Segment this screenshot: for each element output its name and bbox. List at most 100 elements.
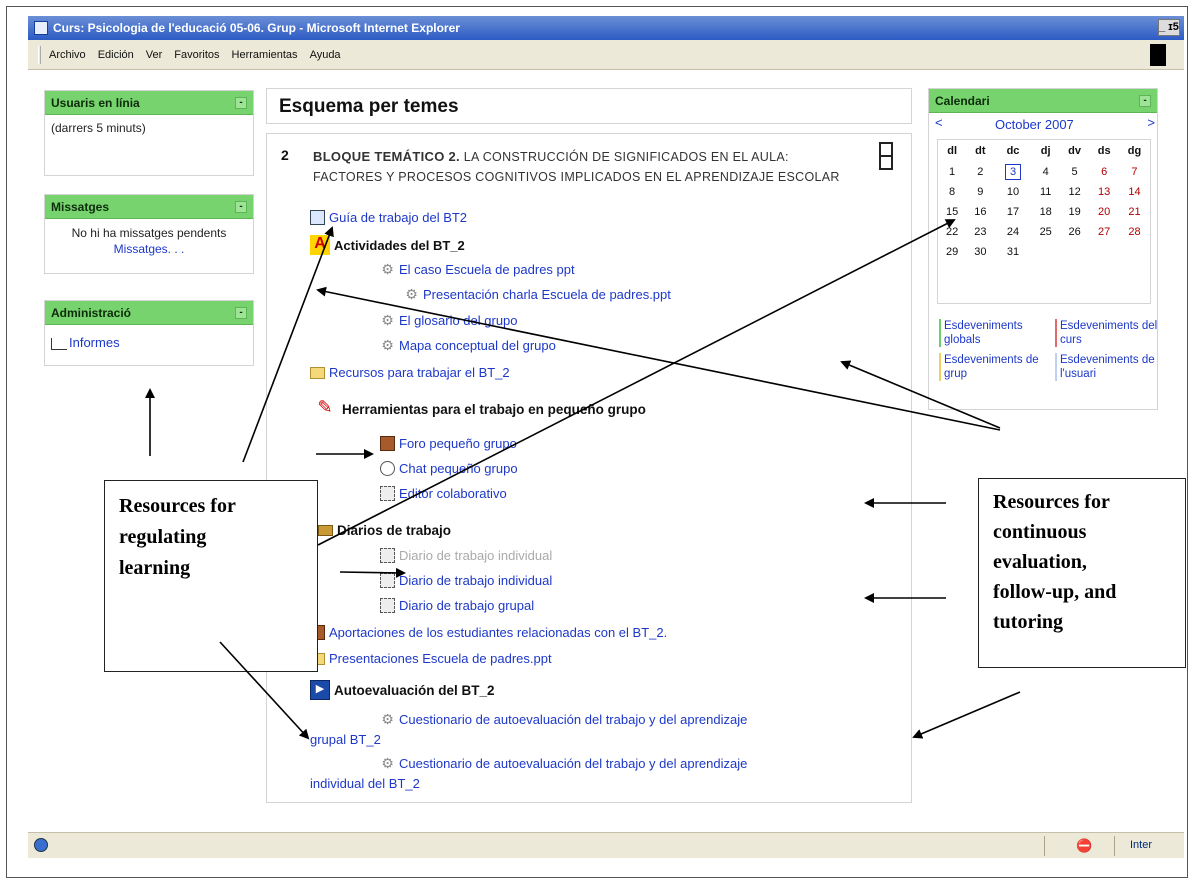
- calendar-day[interactable]: 18: [1032, 202, 1060, 222]
- calendar-day[interactable]: 27: [1089, 222, 1119, 242]
- menu-ayuda[interactable]: Ayuda: [310, 49, 341, 61]
- wiki-editor-link[interactable]: Editor colaborativo: [380, 486, 507, 501]
- annotation-line: Resources for: [993, 491, 1110, 513]
- quiz-group-label-cont: grupal BT_2: [310, 732, 381, 747]
- resource-icon: ⚙: [381, 711, 394, 727]
- window-controls[interactable]: _ ɪ5: [1158, 19, 1180, 36]
- resource-presentacion-charla[interactable]: ⚙ Presentación charla Escuela de padres.p…: [404, 287, 671, 302]
- forum-link[interactable]: Foro pequeño grupo: [380, 436, 517, 451]
- calendar-day[interactable]: 12: [1060, 182, 1090, 202]
- weekday-label: dv: [1068, 145, 1081, 157]
- calendar-day[interactable]: 9: [966, 182, 994, 202]
- weekday-label: dj: [1040, 145, 1051, 157]
- annotation-line: evaluation,: [993, 551, 1087, 573]
- calendar-day[interactable]: 20: [1089, 202, 1119, 222]
- popup-blocker-icon[interactable]: ⛔: [1076, 838, 1092, 853]
- quiz-individual-link-cont[interactable]: individual del BT_2: [310, 776, 420, 791]
- calendar-day-today[interactable]: 3: [994, 162, 1031, 182]
- glossary-label: El glosario del grupo: [399, 313, 518, 328]
- legend-global[interactable]: Esdeveniments globals: [939, 319, 1047, 347]
- folder-recursos[interactable]: Recursos para trabajar el BT_2: [310, 365, 510, 380]
- chat-link[interactable]: Chat pequeño grupo: [380, 461, 518, 476]
- legend-group[interactable]: Esdeveniments de grup: [939, 353, 1047, 381]
- messages-text: No hi ha missatges pendents: [71, 226, 227, 240]
- calendar-day[interactable]: 24: [994, 222, 1031, 242]
- calendar-day[interactable]: 31: [994, 242, 1031, 262]
- quiz-group-link[interactable]: ⚙ Cuestionario de autoevaluación del trab…: [380, 712, 747, 727]
- calendar-prev-button[interactable]: <: [935, 115, 943, 130]
- status-divider: [1114, 836, 1115, 856]
- calendar-next-button[interactable]: >: [1147, 115, 1155, 130]
- menu-herramientas[interactable]: Herramientas: [232, 49, 298, 61]
- calendar-day[interactable]: 28: [1119, 222, 1150, 242]
- calendar-day[interactable]: 15: [938, 202, 966, 222]
- calendar-day[interactable]: 10: [994, 182, 1031, 202]
- quiz-group-link-cont[interactable]: grupal BT_2: [310, 732, 381, 747]
- label-autoevaluacion: ▶ Autoevaluación del BT_2: [310, 680, 495, 700]
- diary-individual-link[interactable]: Diario de trabajo individual: [380, 573, 552, 588]
- collapse-icon[interactable]: -: [1139, 95, 1151, 107]
- label-actividades-text: Actividades del BT_2: [334, 237, 465, 253]
- resource-icon: ⚙: [381, 312, 394, 328]
- calendar-day[interactable]: 5: [1060, 162, 1090, 182]
- annotation-line: follow-up, and: [993, 581, 1117, 603]
- folder-presentaciones[interactable]: Presentaciones Escuela de padres.ppt: [310, 651, 552, 666]
- resource-caso[interactable]: ⚙ El caso Escuela de padres ppt: [380, 261, 575, 277]
- menu-edicion[interactable]: Edición: [98, 49, 134, 61]
- calendar-nav: < October 2007 >: [935, 115, 1155, 135]
- contributions-link[interactable]: Aportaciones de los estudiantes relacion…: [310, 625, 667, 640]
- admin-title: Administració: [51, 306, 132, 320]
- legend-course[interactable]: Esdeveniments del curs: [1055, 319, 1163, 347]
- resource-caso-label: El caso Escuela de padres ppt: [399, 262, 575, 277]
- tools-icon: ✎: [317, 397, 333, 417]
- glossary-link[interactable]: ⚙ El glosario del grupo: [380, 312, 518, 328]
- calendar-day[interactable]: 6: [1089, 162, 1119, 182]
- collapse-icon[interactable]: -: [235, 97, 247, 109]
- show-only-topic-icon[interactable]: [879, 142, 893, 170]
- resource-icon: ⚙: [381, 261, 394, 277]
- calendar-day[interactable]: 11: [1032, 182, 1060, 202]
- diary-individual-hidden-label: Diario de trabajo individual: [399, 548, 553, 563]
- activity-guia[interactable]: Guía de trabajo del BT2: [310, 210, 467, 225]
- calendar-day[interactable]: 17: [994, 202, 1031, 222]
- calendar-day[interactable]: 4: [1032, 162, 1060, 182]
- calendar-day[interactable]: 21: [1119, 202, 1150, 222]
- calendar-day[interactable]: 7: [1119, 162, 1150, 182]
- calendar-day[interactable]: 8: [938, 182, 966, 202]
- concept-map-link[interactable]: ⚙ Mapa conceptual del grupo: [380, 338, 556, 353]
- calendar-day[interactable]: 25: [1032, 222, 1060, 242]
- weekday-label: dg: [1127, 145, 1142, 157]
- informes-link[interactable]: Informes: [69, 335, 120, 350]
- calendar-day[interactable]: 14: [1119, 182, 1150, 202]
- menu-ver[interactable]: Ver: [146, 49, 163, 61]
- calendar-day[interactable]: 19: [1060, 202, 1090, 222]
- calendar-day[interactable]: 29: [938, 242, 966, 262]
- concept-map-label: Mapa conceptual del grupo: [399, 338, 556, 353]
- envelope-icon: [318, 525, 333, 536]
- collapse-icon[interactable]: -: [235, 307, 247, 319]
- calendar-day[interactable]: 30: [966, 242, 994, 262]
- collapse-icon[interactable]: -: [235, 201, 247, 213]
- calendar-day[interactable]: 16: [966, 202, 994, 222]
- calendar-day[interactable]: 13: [1089, 182, 1119, 202]
- diary-group-link[interactable]: Diario de trabajo grupal: [380, 598, 534, 613]
- calendar-day[interactable]: 22: [938, 222, 966, 242]
- menu-archivo[interactable]: Archivo: [49, 49, 86, 61]
- calendar-day[interactable]: 1: [938, 162, 966, 182]
- calendar-day[interactable]: 26: [1060, 222, 1090, 242]
- resource-icon: ⚙: [381, 337, 394, 353]
- calendar-day[interactable]: 2: [966, 162, 994, 182]
- diary-individual-hidden[interactable]: Diario de trabajo individual: [380, 548, 552, 563]
- messages-link[interactable]: Missatges. . .: [51, 241, 247, 257]
- legend-user[interactable]: Esdeveniments de l'usuari: [1055, 353, 1163, 381]
- quiz-individual-link[interactable]: ⚙ Cuestionario de autoevaluación del trab…: [380, 756, 747, 771]
- online-users-block: Usuaris en línia - (darrers 5 minuts): [44, 90, 254, 176]
- menu-favoritos[interactable]: Favoritos: [174, 49, 219, 61]
- page-title: Esquema per temes: [266, 88, 912, 124]
- calendar-day[interactable]: 23: [966, 222, 994, 242]
- word-doc-icon: [310, 210, 325, 225]
- calendar-month[interactable]: October 2007: [995, 117, 1074, 132]
- weekday-label: ds: [1097, 145, 1111, 157]
- wiki-icon: [380, 548, 395, 563]
- label-diarios-text: Diarios de trabajo: [337, 523, 452, 538]
